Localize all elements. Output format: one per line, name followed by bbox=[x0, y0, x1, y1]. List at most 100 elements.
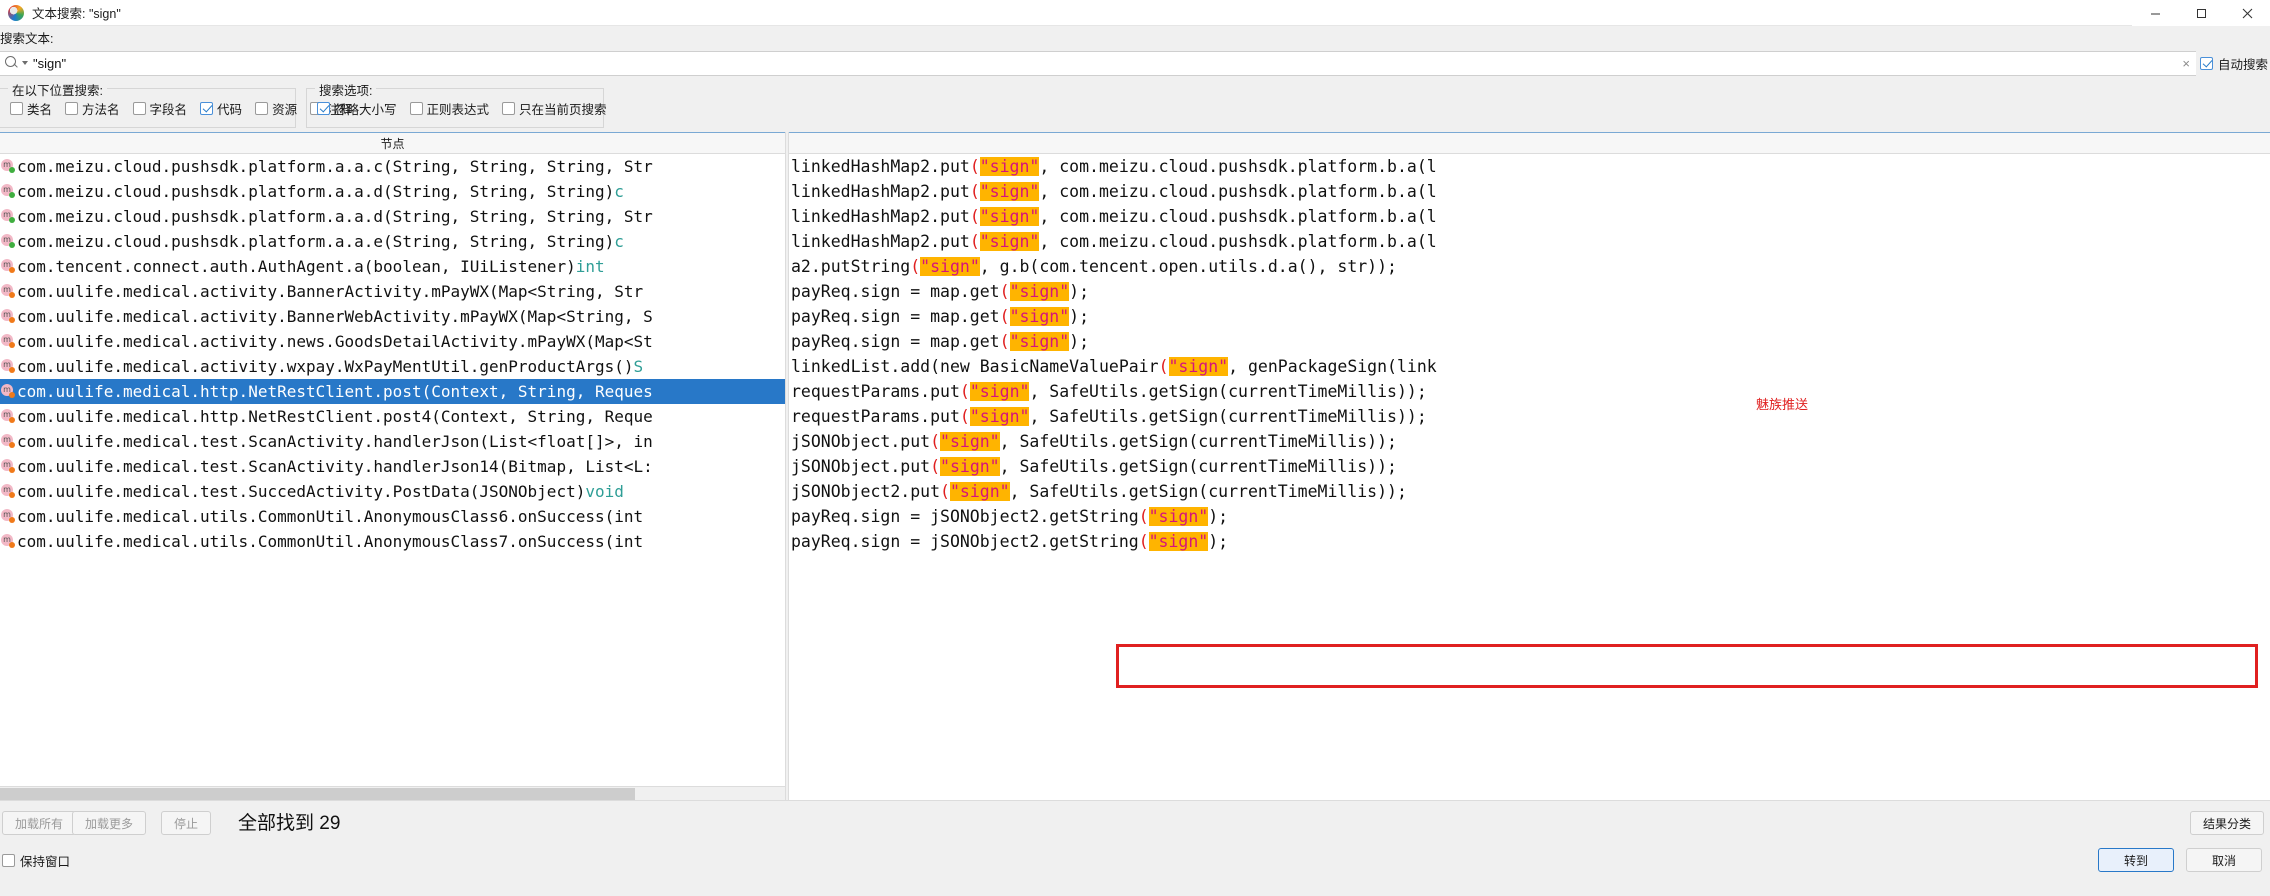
tree-row[interactable]: com.uulife.medical.activity.BannerWebAct… bbox=[0, 304, 785, 329]
tree-scrollbar-thumb[interactable] bbox=[0, 788, 635, 800]
code-row[interactable]: payReq.sign = jSONObject2.getString("sig… bbox=[789, 529, 2270, 554]
goto-button[interactable]: 转到 bbox=[2098, 848, 2174, 872]
checkbox-label: 代码 bbox=[217, 102, 243, 117]
clear-icon[interactable]: × bbox=[2182, 56, 2190, 71]
tree-row[interactable]: com.meizu.cloud.pushsdk.platform.a.a.d(S… bbox=[0, 179, 785, 204]
load-more-button[interactable]: 加载更多 bbox=[72, 811, 147, 835]
checkbox-box[interactable] bbox=[409, 101, 423, 115]
code-row[interactable]: linkedHashMap2.put("sign", com.meizu.clo… bbox=[789, 229, 2270, 254]
code-row[interactable]: jSONObject.put("sign", SafeUtils.getSign… bbox=[789, 454, 2270, 479]
maximize-button[interactable] bbox=[2178, 0, 2224, 26]
code-suffix: , SafeUtils.getSign(currentTimeMillis)); bbox=[1029, 407, 1427, 426]
auto-search-checkbox-box[interactable] bbox=[2199, 56, 2213, 70]
checkbox-resource[interactable]: 资源 bbox=[255, 99, 297, 118]
code-open-paren: ( bbox=[1138, 507, 1149, 526]
auto-search-checkbox[interactable]: 自动搜索 bbox=[2199, 54, 2270, 73]
checkbox-box[interactable] bbox=[65, 101, 79, 115]
code-row[interactable]: payReq.sign = map.get("sign"); bbox=[789, 329, 2270, 354]
tree-row[interactable]: com.uulife.medical.utils.CommonUtil.Anon… bbox=[0, 529, 785, 554]
tree-row-label: com.meizu.cloud.pushsdk.platform.a.a.d(S… bbox=[17, 182, 615, 201]
tree-row[interactable]: com.uulife.medical.http.NetRestClient.po… bbox=[0, 404, 785, 429]
checkbox-ignore-case[interactable]: 忽略大小写 bbox=[317, 99, 397, 118]
code-prefix: jSONObject.put bbox=[791, 457, 931, 476]
checkbox-method-name[interactable]: 方法名 bbox=[65, 99, 120, 118]
code-match-highlight: "sign" bbox=[1009, 307, 1070, 326]
code-prefix: linkedHashMap2.put bbox=[791, 182, 970, 201]
code-row[interactable]: requestParams.put("sign", SafeUtils.getS… bbox=[789, 379, 2270, 404]
checkbox-label: 资源 bbox=[272, 102, 298, 117]
checkbox-field-name[interactable]: 字段名 bbox=[132, 99, 188, 118]
checkbox-regex[interactable]: 正则表达式 bbox=[409, 99, 489, 118]
search-input[interactable]: "sign" × bbox=[0, 50, 2196, 76]
code-prefix: linkedHashMap2.put bbox=[791, 157, 970, 176]
code-open-paren: ( bbox=[930, 457, 941, 476]
tree-row-label: com.uulife.medical.activity.BannerWebAct… bbox=[17, 307, 653, 326]
stop-button[interactable]: 停止 bbox=[161, 811, 212, 835]
tree-row[interactable]: com.tencent.connect.auth.AuthAgent.a(boo… bbox=[0, 254, 785, 279]
code-prefix: a2.putString bbox=[791, 257, 911, 276]
code-row[interactable]: linkedList.add(new BasicNameValuePair("s… bbox=[789, 354, 2270, 379]
classify-results-button[interactable]: 结果分类 bbox=[2189, 811, 2264, 835]
code-row[interactable]: payReq.sign = map.get("sign"); bbox=[789, 279, 2270, 304]
code-row[interactable]: payReq.sign = map.get("sign"); bbox=[789, 304, 2270, 329]
code-suffix: , com.meizu.cloud.pushsdk.platform.b.a(l bbox=[1039, 157, 1437, 176]
checkbox-current-page-only[interactable]: 只在当前页搜索 bbox=[502, 99, 607, 118]
cancel-button[interactable]: 取消 bbox=[2186, 848, 2262, 872]
title-bar: 文本搜索: "sign" bbox=[0, 0, 2270, 26]
code-row[interactable]: jSONObject2.put("sign", SafeUtils.getSig… bbox=[789, 479, 2270, 504]
method-node-icon bbox=[1, 408, 16, 425]
tree-row[interactable]: com.uulife.medical.activity.BannerActivi… bbox=[0, 279, 785, 304]
app-window-icon bbox=[8, 4, 24, 21]
code-match-highlight: "sign" bbox=[1168, 357, 1229, 376]
tree-row[interactable]: com.meizu.cloud.pushsdk.platform.a.a.c(S… bbox=[0, 154, 785, 179]
code-row[interactable]: linkedHashMap2.put("sign", com.meizu.clo… bbox=[789, 204, 2270, 229]
checkbox-box[interactable] bbox=[2, 854, 15, 867]
code-row[interactable]: linkedHashMap2.put("sign", com.meizu.clo… bbox=[789, 179, 2270, 204]
checkbox-box[interactable] bbox=[502, 101, 516, 115]
tree-row[interactable]: com.uulife.medical.test.ScanActivity.han… bbox=[0, 454, 785, 479]
tree-row[interactable]: com.meizu.cloud.pushsdk.platform.a.a.d(S… bbox=[0, 204, 785, 229]
code-suffix: , g.b(com.tencent.open.utils.d.a(), str)… bbox=[979, 257, 1397, 276]
tree-row-label: com.uulife.medical.test.SuccedActivity.P… bbox=[17, 482, 586, 501]
method-node-icon bbox=[1, 508, 16, 525]
checkbox-box[interactable] bbox=[317, 101, 330, 115]
checkbox-label: 字段名 bbox=[149, 102, 188, 117]
node-column-header[interactable]: 节点 bbox=[0, 132, 785, 154]
code-suffix: ); bbox=[1069, 332, 1090, 351]
tree-row-label: com.tencent.connect.auth.AuthAgent.a(boo… bbox=[17, 257, 576, 276]
code-row[interactable]: requestParams.put("sign", SafeUtils.getS… bbox=[789, 404, 2270, 429]
tree-row[interactable]: com.uulife.medical.utils.CommonUtil.Anon… bbox=[0, 504, 785, 529]
method-node-icon bbox=[1, 308, 16, 325]
tree-row[interactable]: com.meizu.cloud.pushsdk.platform.a.a.e(S… bbox=[0, 229, 785, 254]
checkbox-class-name[interactable]: 类名 bbox=[10, 99, 52, 118]
code-row[interactable]: jSONObject.put("sign", SafeUtils.getSign… bbox=[789, 429, 2270, 454]
tree-row-label: com.uulife.medical.http.NetRestClient.po… bbox=[17, 407, 653, 426]
load-all-button[interactable]: 加载所有 bbox=[2, 811, 77, 835]
tree-row[interactable]: com.uulife.medical.test.ScanActivity.han… bbox=[0, 429, 785, 454]
code-suffix: , SafeUtils.getSign(currentTimeMillis)); bbox=[1029, 382, 1427, 401]
node-tree-panel[interactable]: 节点 com.meizu.cloud.pushsdk.platform.a.a.… bbox=[0, 132, 785, 800]
code-row[interactable]: payReq.sign = jSONObject2.getString("sig… bbox=[789, 504, 2270, 529]
close-button[interactable] bbox=[2224, 0, 2270, 26]
code-match-highlight: "sign" bbox=[969, 382, 1030, 401]
method-node-icon bbox=[1, 358, 16, 375]
checkbox-box[interactable] bbox=[132, 101, 146, 115]
tree-row[interactable]: com.uulife.medical.http.NetRestClient.po… bbox=[0, 379, 785, 404]
keep-window-checkbox[interactable]: 保持窗口 bbox=[2, 851, 70, 870]
tree-row[interactable]: com.uulife.medical.activity.news.GoodsDe… bbox=[0, 329, 785, 354]
chevron-down-icon[interactable] bbox=[22, 61, 28, 65]
minimize-button[interactable] bbox=[2132, 0, 2178, 26]
tree-horizontal-scrollbar[interactable] bbox=[0, 786, 785, 800]
code-prefix: jSONObject2.put bbox=[791, 482, 941, 501]
tree-row[interactable]: com.uulife.medical.activity.wxpay.WxPayM… bbox=[0, 354, 785, 379]
code-open-paren: ( bbox=[910, 257, 921, 276]
checkbox-box[interactable] bbox=[10, 101, 23, 115]
code-preview-panel[interactable]: linkedHashMap2.put ( "sign" , com.meizu.clo… bbox=[789, 132, 2270, 800]
code-row[interactable]: a2.putString("sign", g.b(com.tencent.ope… bbox=[789, 254, 2270, 279]
checkbox-code[interactable]: 代码 bbox=[200, 99, 242, 118]
checkbox-box[interactable] bbox=[200, 101, 214, 115]
code-row[interactable]: linkedHashMap2.put("sign", com.meizu.clo… bbox=[789, 154, 2270, 179]
tree-row[interactable]: com.uulife.medical.test.SuccedActivity.P… bbox=[0, 479, 785, 504]
tree-row-return-type: c bbox=[614, 232, 624, 251]
checkbox-box[interactable] bbox=[255, 101, 269, 115]
